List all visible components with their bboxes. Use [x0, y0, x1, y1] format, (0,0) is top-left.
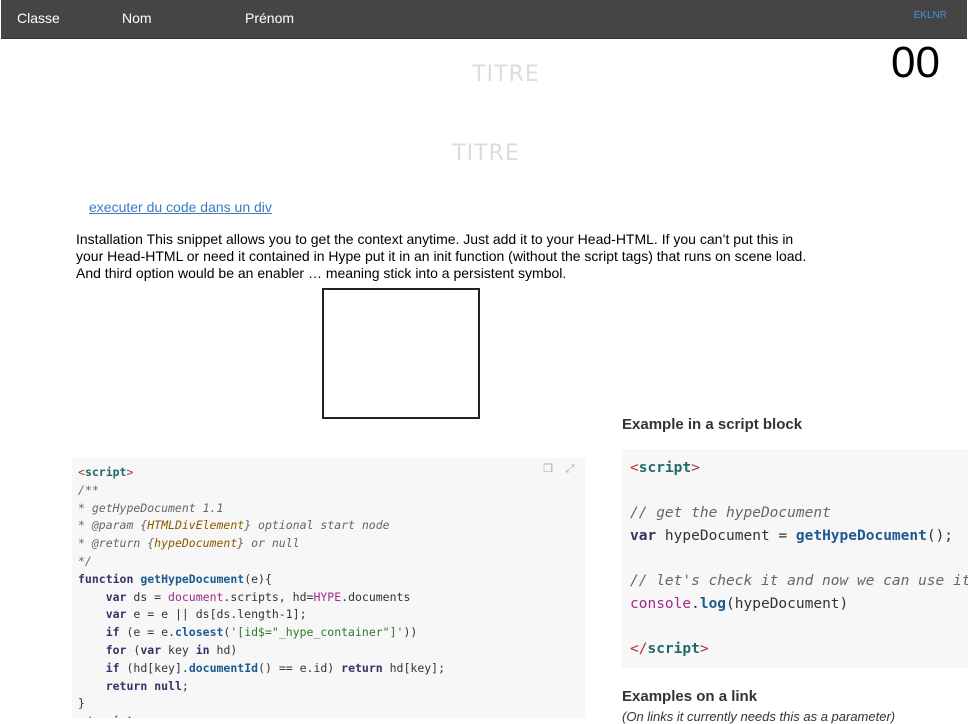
tab-nom[interactable]: Nom — [122, 10, 152, 26]
heading-link-examples: Examples on a link — [622, 688, 758, 705]
code-left-content: <script> /** * getHypeDocument 1.1 * @pa… — [78, 465, 446, 718]
tab-classe[interactable]: Classe — [17, 10, 60, 26]
execute-code-link[interactable]: executer du code dans un div — [89, 199, 272, 215]
tab-prenom[interactable]: Prénom — [245, 10, 294, 26]
heading-script-block: Example in a script block — [622, 416, 803, 433]
score-counter: 00 — [891, 38, 940, 87]
title-placeholder-1: TITRE — [472, 62, 540, 87]
code-right-content: <script> // get the hypeDocument var hyp… — [630, 460, 968, 657]
code-toolbar: ❐ ⤢ — [541, 462, 577, 476]
link-note: (On links it currently needs this as a p… — [622, 709, 896, 724]
title-placeholder-2: TITRE — [452, 141, 520, 166]
copy-icon[interactable]: ❐ — [541, 462, 555, 476]
expand-icon[interactable]: ⤢ — [563, 462, 577, 476]
target-div-box — [322, 288, 480, 419]
brand-label[interactable]: EKLNR — [914, 10, 947, 21]
code-block-right[interactable]: <script> // get the hypeDocument var hyp… — [622, 449, 968, 668]
code-block-left[interactable]: ❐ ⤢ <script> /** * getHypeDocument 1.1 *… — [72, 458, 585, 718]
intro-paragraph: Installation This snippet allows you to … — [76, 231, 807, 281]
top-navigation-bar: Classe Nom Prénom EKLNR — [1, 0, 967, 39]
